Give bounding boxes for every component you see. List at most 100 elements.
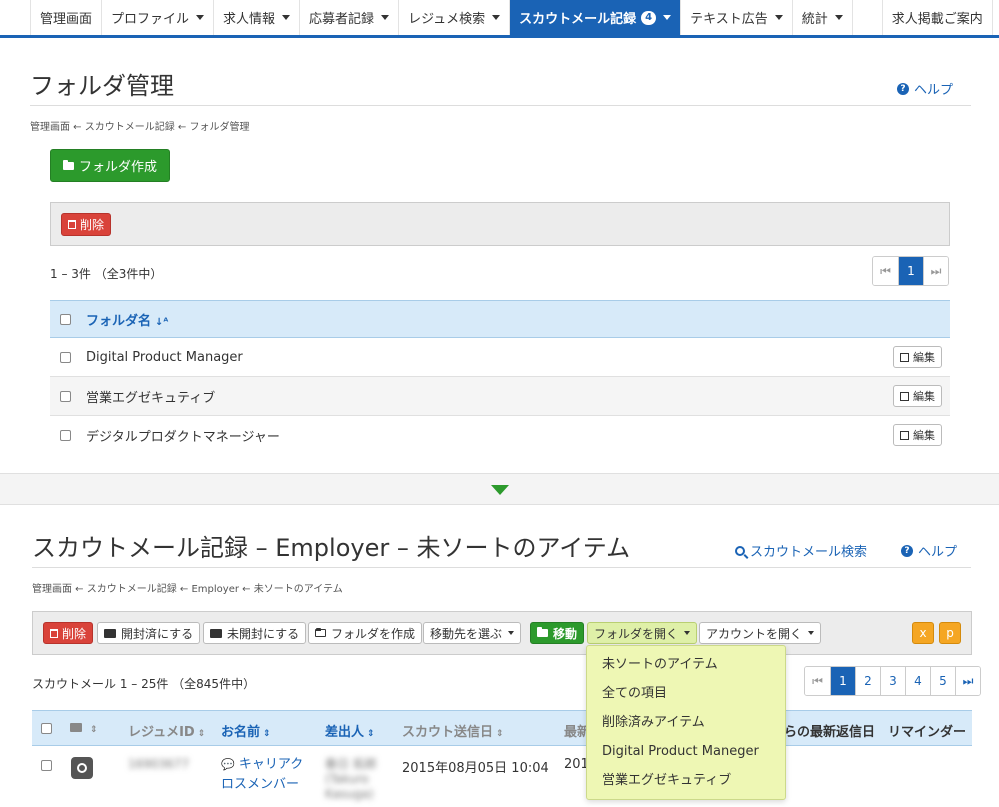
nav-item-applicants[interactable]: 応募者記録	[299, 0, 398, 35]
chat-icon: 💬	[221, 758, 235, 771]
open-folder-label: フォルダを開く	[594, 626, 679, 641]
candidate-name-link[interactable]: 💬 キャリアク ロスメンバー	[221, 755, 303, 795]
row-checkbox[interactable]	[60, 390, 71, 402]
help-label: ヘルプ	[918, 545, 958, 560]
envelope-icon	[210, 628, 222, 638]
page-3[interactable]: 3	[880, 667, 905, 695]
column-reminder[interactable]: リマインダー	[888, 721, 966, 740]
mark-unopened-button[interactable]: 未開封にする	[203, 622, 307, 644]
breadcrumb: 管理画面 ← スカウトメール記録 ← フォルダ管理	[30, 122, 250, 133]
last-page-icon[interactable]: ⏭	[955, 667, 980, 695]
column-label: らの最新返信日	[784, 725, 876, 740]
column-label: フォルダ名	[86, 313, 152, 329]
column-name[interactable]: お名前 ⇕	[221, 721, 271, 740]
page-5[interactable]: 5	[930, 667, 955, 695]
open-account-dropdown[interactable]: アカウントを開く	[699, 622, 822, 644]
table-row: 16903677 💬 キャリアク ロスメンバー 春日 拓郎 (Takuro Ka…	[32, 746, 972, 807]
column-resume-id[interactable]: レジュメID ⇕	[128, 721, 205, 740]
open-account-label: アカウントを開く	[706, 626, 803, 641]
edit-icon	[900, 352, 909, 362]
table-row: 営業エグゼキュティブ 編集	[50, 377, 950, 416]
delete-button[interactable]: 削除	[61, 213, 112, 236]
column-sender[interactable]: 差出人 ⇕	[325, 721, 375, 740]
folder-name: 営業エグゼキュティブ	[86, 390, 216, 406]
candidate-name-line2: ロスメンバー	[221, 777, 300, 792]
menu-item-all[interactable]: 全ての項目	[587, 679, 785, 708]
mark-unopened-label: 未開封にする	[227, 626, 300, 641]
create-folder-button[interactable]: フォルダ作成	[50, 149, 170, 182]
folder-icon	[537, 627, 548, 637]
nav-label: テキスト広告	[690, 12, 768, 27]
create-folder-button[interactable]: フォルダを作成	[308, 622, 423, 644]
nav-item-stats[interactable]: 統計	[791, 0, 852, 35]
column-label: リマインダー	[888, 725, 967, 740]
export-excel-icon[interactable]: x	[912, 622, 934, 644]
edit-button[interactable]: 編集	[893, 424, 942, 446]
column-sent-date[interactable]: スカウト送信日 ⇕	[402, 721, 504, 740]
folder-icon	[62, 159, 74, 170]
delete-button[interactable]: 削除	[43, 622, 94, 644]
nav-item-dashboard[interactable]: 管理画面	[30, 0, 101, 35]
page-1[interactable]: 1	[830, 667, 855, 695]
nav-spacer	[851, 0, 882, 35]
select-all-checkbox[interactable]	[60, 313, 71, 325]
create-folder-label: フォルダ作成	[78, 160, 157, 175]
first-page-icon[interactable]: ⏮	[805, 667, 830, 695]
export-pdf-icon[interactable]: p	[939, 622, 961, 644]
nav-item-jobs[interactable]: 求人情報	[213, 0, 299, 35]
arrow-down-icon	[491, 485, 509, 495]
folder-name: デジタルプロダクトマネージャー	[86, 430, 280, 445]
select-all-checkbox[interactable]	[41, 723, 52, 734]
create-folder-label: フォルダを作成	[331, 626, 416, 641]
open-folder-dropdown[interactable]: フォルダを開く	[587, 622, 698, 644]
column-folder-name[interactable]: フォルダ名 ↓ᴬ	[86, 310, 168, 329]
choose-destination-dropdown[interactable]: 移動先を選ぶ	[423, 622, 522, 644]
delete-label: 削除	[62, 626, 87, 641]
row-checkbox[interactable]	[60, 351, 71, 363]
nav-item-profile[interactable]: プロファイル	[101, 0, 213, 35]
trash-icon	[50, 628, 58, 638]
page-2[interactable]: 2	[855, 667, 880, 695]
nav-label: 統計	[801, 12, 828, 27]
edit-label: 編集	[913, 429, 935, 442]
result-count: 1 – 3件 （全3件中）	[50, 267, 163, 281]
row-checkbox[interactable]	[41, 760, 52, 771]
help-link[interactable]: ? ヘルプ	[901, 541, 957, 560]
column-label: お名前	[221, 725, 261, 740]
sort-icon: ⇕	[90, 725, 98, 735]
edit-button[interactable]: 編集	[893, 346, 942, 368]
table-row: Digital Product Manager 編集	[50, 338, 950, 377]
menu-item-digital-product-manager[interactable]: Digital Product Maneger	[587, 737, 785, 766]
edit-button[interactable]: 編集	[893, 385, 942, 407]
page-4[interactable]: 4	[905, 667, 930, 695]
folder-name: Digital Product Manager	[86, 349, 243, 365]
folder-table: フォルダ名 ↓ᴬ Digital Product Manager 編集 営業エグゼ…	[50, 300, 950, 455]
question-icon: ?	[901, 544, 913, 557]
section-toggle-band[interactable]	[0, 473, 999, 505]
nav-item-text-ads[interactable]: テキスト広告	[680, 0, 792, 35]
mark-opened-button[interactable]: 開封済にする	[97, 622, 201, 644]
nav-item-resume-search[interactable]: レジュメ検索	[398, 0, 509, 35]
row-checkbox[interactable]	[60, 430, 71, 441]
edit-label: 編集	[913, 390, 935, 403]
divider	[32, 567, 971, 568]
last-page-icon[interactable]: ⏭	[923, 257, 948, 285]
first-page-icon[interactable]: ⏮	[873, 257, 898, 285]
nav-label: 求人情報	[223, 12, 276, 27]
nav-label: プロファイル	[111, 12, 190, 27]
sender-line: (Takuro	[325, 772, 369, 786]
envelope-open-icon	[70, 723, 82, 732]
nav-item-scout-mail[interactable]: スカウトメール記録 4	[509, 0, 681, 35]
folder-icon	[315, 628, 326, 637]
scout-search-link[interactable]: スカウトメール検索	[735, 541, 867, 560]
help-link[interactable]: ? ヘルプ	[896, 79, 953, 98]
page-1[interactable]: 1	[898, 257, 923, 285]
table-row: デジタルプロダクトマネージャー 編集	[50, 416, 950, 455]
move-button[interactable]: 移動	[530, 622, 585, 644]
menu-item-unsorted[interactable]: 未ソートのアイテム	[587, 650, 785, 679]
nav-item-job-posting-info[interactable]: 求人掲載ご案内	[881, 0, 993, 35]
column-latest-reply[interactable]: らの最新返信日	[784, 721, 875, 740]
menu-item-deleted[interactable]: 削除済みアイテム	[587, 708, 785, 737]
column-read-status[interactable]: ⇕	[70, 721, 98, 736]
menu-item-sales-executive[interactable]: 営業エグゼキュティブ	[587, 766, 785, 795]
